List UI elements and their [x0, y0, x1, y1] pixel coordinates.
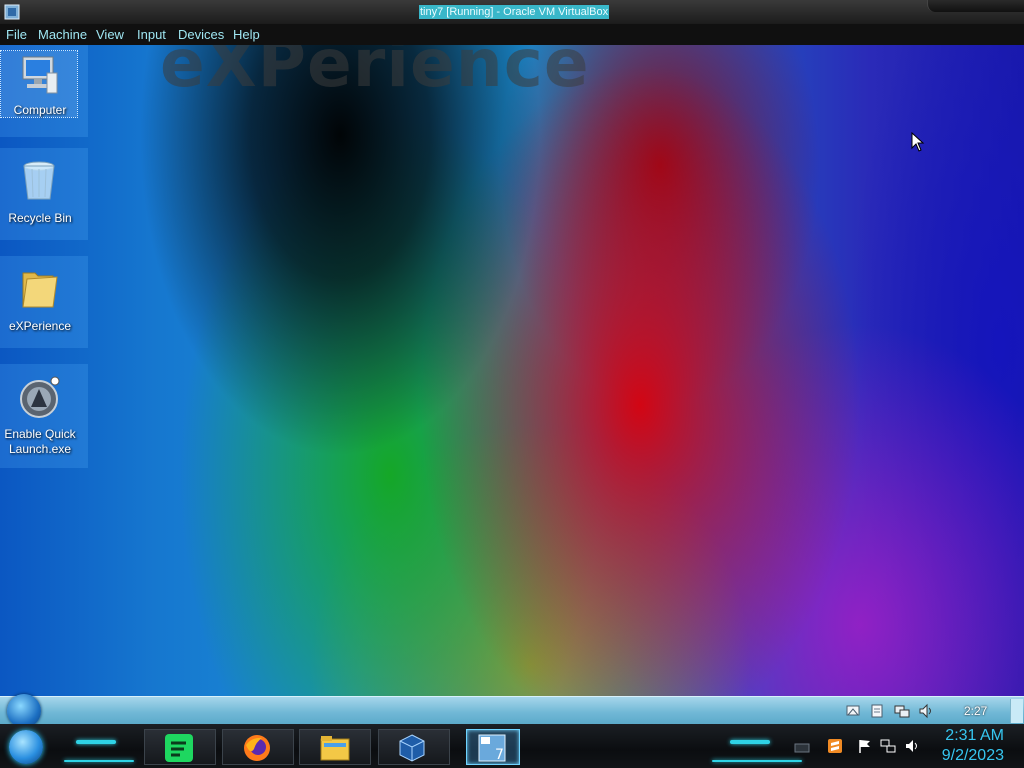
desktop-icon-label: eXPerience [8, 319, 72, 333]
file-explorer-icon[interactable] [320, 733, 350, 763]
taskbar-decoration [730, 740, 770, 744]
computer-icon [22, 56, 58, 94]
firefox-icon[interactable] [242, 733, 272, 763]
desktop-icon-recycle-bin[interactable]: Recycle Bin [1, 157, 77, 225]
menu-input[interactable]: Input [137, 27, 166, 43]
network-share-icon[interactable] [845, 703, 861, 719]
host-menu-bar: File Machine View Input Devices Help [0, 24, 1024, 45]
menu-devices[interactable]: Devices [178, 27, 224, 43]
desktop-icon-computer[interactable]: Computer [0, 50, 78, 118]
svg-text:7: 7 [495, 747, 504, 763]
menu-help[interactable]: Help [233, 27, 260, 43]
virtualbox-app-icon[interactable] [4, 4, 20, 20]
mouse-cursor-icon [911, 132, 925, 152]
menu-machine[interactable]: Machine [38, 27, 87, 43]
volume-icon[interactable] [904, 738, 920, 754]
desktop-icon-label: Computer [13, 103, 67, 117]
virtualbox-icon[interactable] [397, 733, 427, 763]
taskbar-decoration [712, 760, 802, 762]
guest-desktop[interactable]: eXPerience Computer Recycle Bin eXPerien… [0, 45, 1024, 696]
spotify-icon[interactable] [164, 733, 194, 763]
sublime-icon[interactable] [827, 738, 843, 754]
host-clock-time[interactable]: 2:31 AM [940, 727, 1004, 745]
window-controls[interactable] [927, 0, 1024, 12]
host-title-bar: tiny7 [Running] - Oracle VM VirtualBox [0, 0, 1024, 24]
menu-view[interactable]: View [96, 27, 124, 43]
desktop-icon-label: Recycle Bin [8, 211, 72, 225]
tiny7-vm-icon[interactable]: 7 [477, 733, 507, 763]
document-icon[interactable] [869, 703, 885, 719]
guest-clock[interactable]: 2:27 [964, 704, 987, 718]
volume-icon[interactable] [918, 703, 934, 719]
folder-icon [22, 272, 58, 308]
quick-launch-icon [20, 376, 60, 418]
network-icon[interactable] [880, 738, 896, 754]
desktop-icon-enable-quick-launch[interactable]: Enable Quick Launch.exe [1, 373, 77, 456]
guest-taskbar: 2:27 [0, 694, 1024, 728]
host-clock-date[interactable]: 9/2/2023 [940, 747, 1004, 765]
taskbar-decoration [76, 740, 116, 744]
menu-file[interactable]: File [6, 27, 27, 43]
flag-icon[interactable] [857, 738, 873, 754]
keyboard-icon[interactable] [794, 740, 810, 756]
host-start-button[interactable] [9, 730, 43, 764]
taskbar-decoration [64, 760, 134, 762]
window-title: tiny7 [Running] - Oracle VM VirtualBox [419, 5, 610, 19]
desktop-icon-label: Enable Quick Launch.exe [4, 427, 76, 456]
wallpaper-text: eXPerience [160, 45, 590, 102]
guest-scrollbar[interactable] [1010, 699, 1023, 723]
network-icon[interactable] [894, 703, 910, 719]
guest-start-button[interactable] [7, 694, 41, 728]
desktop-icon-experience-folder[interactable]: eXPerience [1, 265, 77, 333]
recycle-bin-icon [23, 161, 55, 200]
host-taskbar: 7 2:31 AM 9/2/2023 [0, 724, 1024, 768]
